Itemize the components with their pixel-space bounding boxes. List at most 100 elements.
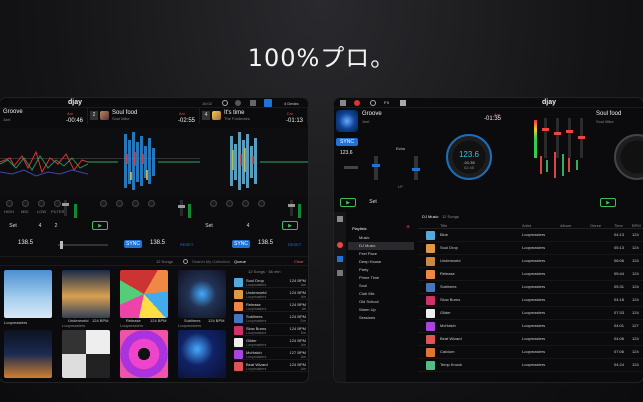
track-row[interactable]: Slow Burns Loopmasters 04:18 124 [418,294,643,307]
deck-2-play-button[interactable]: ▶ [92,221,108,230]
queue-row[interactable]: Beat Wizard Loopmasters 124 BPM Am [234,361,308,372]
playlist-item[interactable]: Party [348,266,414,274]
deck-2-header[interactable]: Soul food Soul Mike [590,108,643,128]
fader-cap[interactable] [542,128,549,131]
music-icon[interactable] [337,242,343,248]
playlist-item[interactable]: Warm Up [348,306,414,314]
track-row[interactable]: Underworld Loopmasters 06:06 124 [418,255,643,268]
artwork-tile[interactable] [178,330,226,378]
artwork-tile[interactable] [4,270,52,318]
fader-cap[interactable] [566,130,573,133]
deck-1-low-knob[interactable] [38,200,45,207]
deck-2-mid-knob[interactable] [116,200,123,207]
playlist-item[interactable]: DJ Music [348,242,414,250]
slider-handle[interactable] [372,164,380,167]
deck-2-filter-knob[interactable] [148,200,155,207]
loop-icon[interactable] [370,100,376,106]
queue-row[interactable]: Slow Burns Loopmasters 124 BPM Em [234,325,308,336]
deck-1-waveform[interactable] [0,128,89,196]
fader-cap[interactable] [578,136,585,139]
deck-2-cue-number[interactable]: 2 [52,222,60,230]
history-icon[interactable] [337,270,343,276]
deck-2-reset-button[interactable]: RESET [180,242,193,247]
deck-1-set-cue-button[interactable]: Set [366,198,380,206]
deck-3-header[interactable]: 4 It's time The Footnotes Cm -01:13 [200,108,308,124]
platter-right[interactable] [614,134,643,180]
track-row[interactable]: McHatch Loopmasters 04:01 127 [418,320,643,333]
deck-3-volume-fader[interactable] [288,200,295,216]
slider-handle[interactable] [412,168,420,171]
record-icon[interactable] [354,100,360,106]
playlist-item[interactable]: Old School [348,298,414,306]
deck-1-header[interactable]: Groove Joel Am -00:46 [0,108,88,124]
fx-slider[interactable] [412,156,420,180]
queue-row[interactable]: McHatch Loopmasters 127 BPM Am [234,349,308,360]
deck-2-play-button[interactable]: ▶ [600,198,616,207]
deck-3-high-knob[interactable] [210,200,217,207]
queue-row[interactable]: Underworld Loopmasters 124 BPM Am [234,289,308,300]
artwork-tile[interactable] [62,330,110,378]
queue-row[interactable]: Sublimes Loopmasters 124 BPM Dm [234,313,308,324]
deck-3-reset-button[interactable]: RESET [288,242,301,247]
echo-fx-button[interactable]: Echo [396,146,405,151]
track-row[interactable]: Temp Knock Loopmasters 04:24 124 [418,359,643,372]
fader-cap[interactable] [288,204,295,207]
deck-2-high-knob[interactable] [100,200,107,207]
record-icon[interactable] [222,100,228,106]
artwork-tile[interactable] [120,330,168,378]
track-row[interactable]: Sublimes Loopmasters 05:31 124 [418,281,643,294]
meter-icon[interactable] [340,100,346,106]
playlist-item[interactable]: Feel Pace [348,250,414,258]
playlist-item[interactable]: Sessions [348,314,414,322]
settings-icon[interactable] [235,100,241,106]
track-row[interactable]: Blue Loopmasters 04:13 124 [418,229,643,242]
artwork-tile[interactable] [178,270,226,318]
fader-cap[interactable] [62,203,69,206]
track-row[interactable]: Calcium Loopmasters 07:06 124 [418,346,643,359]
crossfader[interactable] [58,241,108,249]
fx-button[interactable]: FX [384,100,389,105]
track-row[interactable]: Glider Loopmasters 07:33 124 [418,307,643,320]
queue-row[interactable]: Soul Drop Loopmasters 124 BPM Am [234,277,308,288]
search-input[interactable]: Search My Collection [192,259,232,264]
playlist-item[interactable]: Prime Time [348,274,414,282]
deck-3-filter-knob[interactable] [258,200,265,207]
artwork-tile[interactable] [4,330,52,378]
library-icon[interactable] [337,216,343,222]
col-bpm[interactable]: BPM [632,223,641,228]
deck-3-cue-number[interactable]: 4 [244,222,252,230]
devices-button[interactable]: 4 Decks [284,101,298,106]
deck-3-play-button[interactable]: ▶ [282,221,298,230]
deck-2-sync-button[interactable]: SYNC [124,240,142,248]
col-album[interactable]: Album [560,223,571,228]
deck-1-high-knob[interactable] [6,200,13,207]
deck-3-set-cue-button[interactable]: Set [202,222,216,230]
queue-row[interactable]: Glider Loopmasters 124 BPM Am [234,337,308,348]
fader-cap[interactable] [178,205,185,208]
track-row[interactable]: Release Loopmasters 05:44 124 [418,268,643,281]
deck-1-filter-knob[interactable] [54,200,61,207]
deck-3-low-knob[interactable] [242,200,249,207]
fx-slider[interactable] [372,156,380,180]
deck-1-play-button[interactable]: ▶ [340,198,356,207]
col-artist[interactable]: Artist [522,223,531,228]
deck-1-set-cue-button[interactable]: Set [6,222,20,230]
col-title[interactable]: Title [440,223,447,228]
fader-cap[interactable] [554,132,561,135]
artwork-tile[interactable] [120,270,168,318]
queue-tab[interactable]: Queue [234,259,246,264]
track-row[interactable]: Soul Drop Loopmasters 05:13 124 [418,242,643,255]
artwork-tile[interactable] [62,270,110,318]
deck-3-sync-button[interactable]: SYNC [232,240,250,248]
deck-3-mid-knob[interactable] [226,200,233,207]
col-time[interactable]: Time [614,223,623,228]
center-waveform[interactable] [534,146,588,186]
col-genre[interactable]: Genre [590,223,601,228]
deck-1-mid-knob[interactable] [22,200,29,207]
deck-3-waveform[interactable] [200,128,308,196]
crossfader-handle[interactable] [60,241,63,249]
deck-1-header[interactable]: Groove Joel Am -01:35 [334,108,530,132]
playlist-item[interactable]: Music [348,234,414,242]
add-playlist-icon[interactable]: + [406,224,410,231]
deck-1-cue-number[interactable]: 4 [36,222,44,230]
